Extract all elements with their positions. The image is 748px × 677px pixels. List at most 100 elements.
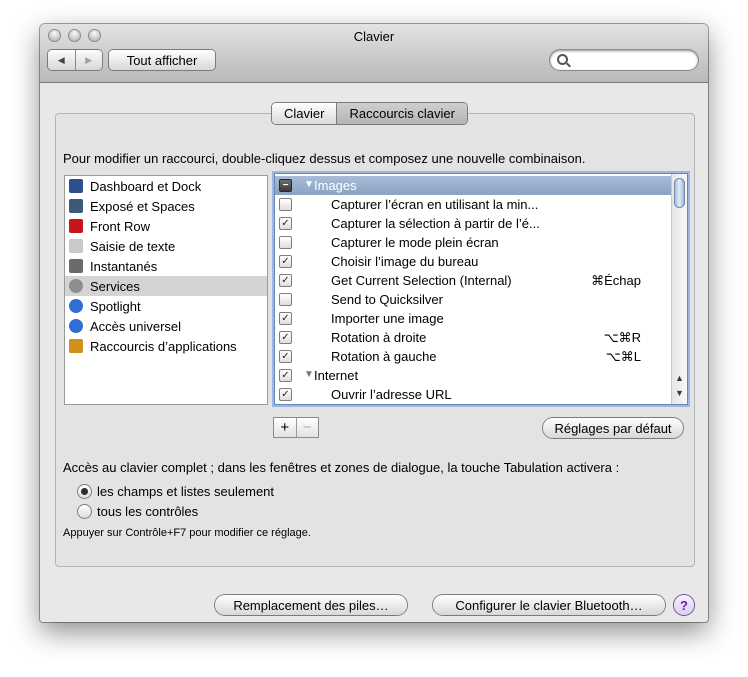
category-item-screenshots[interactable]: Instantanés <box>65 256 267 276</box>
shortcut-checkbox[interactable]: ✓ <box>279 331 292 344</box>
universal-access-icon <box>69 319 83 333</box>
window-title: Clavier <box>353 29 395 44</box>
shortcut-key[interactable]: ⌥⌘L <box>606 349 641 365</box>
radio-button-selected[interactable] <box>77 484 92 499</box>
disclosure-triangle-icon[interactable]: ▼ <box>304 179 314 190</box>
bluetooth-keyboard-button[interactable]: Configurer le clavier Bluetooth… <box>433 595 665 615</box>
category-label: Dashboard et Dock <box>90 178 202 194</box>
shortcut-checkbox[interactable]: ✓ <box>279 350 292 363</box>
shortcut-label: Get Current Selection (Internal) <box>331 273 512 288</box>
tab-clavier[interactable]: Clavier <box>272 103 337 124</box>
category-label: Exposé et Spaces <box>90 198 195 214</box>
shortcut-checkbox[interactable] <box>279 198 292 211</box>
instructions-text: Pour modifier un raccourci, double-cliqu… <box>63 151 586 166</box>
expose-spaces-icon <box>69 199 83 213</box>
text-input-icon <box>69 239 83 253</box>
shortcut-label: Rotation à droite <box>331 330 427 345</box>
add-shortcut-button[interactable]: + <box>274 418 297 437</box>
group-checkbox[interactable]: − <box>279 179 292 192</box>
shortcut-row[interactable]: ✓ Importer une image <box>275 309 671 328</box>
category-label: Instantanés <box>90 258 158 274</box>
radio-all-controls[interactable]: tous les contrôles <box>77 504 198 519</box>
category-item-text-input[interactable]: Saisie de texte <box>65 236 267 256</box>
shortcut-key[interactable]: ⌘Échap <box>591 273 641 289</box>
disclosure-triangle-icon[interactable]: ▼ <box>304 369 314 380</box>
shortcut-label: Capturer l’écran en utilisant la min... <box>331 197 539 212</box>
spotlight-icon <box>69 299 83 313</box>
shortcut-row[interactable]: ✓ Ouvrir l’adresse URL <box>275 385 671 404</box>
shortcut-checkbox[interactable]: ✓ <box>279 312 292 325</box>
back-arrow-icon[interactable]: ◀ <box>48 50 76 70</box>
shortcut-group-row[interactable]: ✓ ▼ Internet <box>275 366 671 385</box>
shortcut-row[interactable]: ✓ Rotation à gauche ⌥⌘L <box>275 347 671 366</box>
forward-arrow-icon[interactable]: ▶ <box>76 50 103 70</box>
group-checkbox[interactable]: ✓ <box>279 369 292 382</box>
shortcut-checkbox[interactable]: ✓ <box>279 217 292 230</box>
scrollbar-thumb[interactable] <box>674 178 685 208</box>
radio-text-fields-only[interactable]: les champs et listes seulement <box>77 484 274 499</box>
vertical-scrollbar[interactable]: ▲ ▼ <box>671 174 687 404</box>
shortcut-label: Ouvrir l’adresse URL <box>331 387 452 402</box>
services-gear-icon <box>69 279 83 293</box>
shortcut-list[interactable]: − ▼ Images Capturer l’écran en utilisant… <box>274 173 688 405</box>
category-label: Services <box>90 278 140 294</box>
search-icon <box>557 54 568 65</box>
shortcut-checkbox[interactable] <box>279 293 292 306</box>
shortcut-label: Rotation à gauche <box>331 349 437 364</box>
shortcut-checkbox[interactable] <box>279 236 292 249</box>
radio-button[interactable] <box>77 504 92 519</box>
shortcut-checkbox[interactable]: ✓ <box>279 274 292 287</box>
tab-bar: Clavier Raccourcis clavier <box>272 103 467 124</box>
category-item-front-row[interactable]: Front Row <box>65 216 267 236</box>
category-label: Spotlight <box>90 298 141 314</box>
preferences-window: Clavier ◀ ▶ Tout afficher Clavier Raccou… <box>40 24 708 622</box>
restore-defaults-button[interactable]: Réglages par défaut <box>543 418 683 438</box>
shortcut-row[interactable]: Send to Quicksilver <box>275 290 671 309</box>
category-item-spotlight[interactable]: Spotlight <box>65 296 267 316</box>
tab-raccourcis-clavier[interactable]: Raccourcis clavier <box>336 103 467 124</box>
toolbar: Clavier ◀ ▶ Tout afficher <box>40 24 708 83</box>
shortcut-label: Capturer le mode plein écran <box>331 235 499 250</box>
remove-shortcut-button[interactable]: − <box>297 418 319 437</box>
search-input[interactable] <box>550 50 698 70</box>
shortcut-label: Importer une image <box>331 311 444 326</box>
shortcut-group-row[interactable]: − ▼ Images <box>275 176 671 195</box>
front-row-icon <box>69 219 83 233</box>
help-icon[interactable]: ? <box>674 595 694 615</box>
radio-label: les champs et listes seulement <box>97 484 275 499</box>
category-item-universal-access[interactable]: Accès universel <box>65 316 267 336</box>
shortcut-checkbox[interactable]: ✓ <box>279 255 292 268</box>
shortcut-label: Choisir l’image du bureau <box>331 254 479 269</box>
group-label: Images <box>314 178 357 193</box>
category-label: Front Row <box>90 218 150 234</box>
shortcut-row[interactable]: ✓ Rotation à droite ⌥⌘R <box>275 328 671 347</box>
category-item-services[interactable]: Services <box>65 276 267 296</box>
shortcut-row[interactable]: ✓ Capturer la sélection à partir de l’é.… <box>275 214 671 233</box>
scroll-down-arrow-icon[interactable]: ▼ <box>674 388 685 398</box>
category-list[interactable]: Dashboard et Dock Exposé et Spaces Front… <box>64 175 268 405</box>
category-label: Accès universel <box>90 318 182 334</box>
category-label: Saisie de texte <box>90 238 176 254</box>
screenshot-icon <box>69 259 83 273</box>
shortcut-row[interactable]: ✓ Choisir l’image du bureau <box>275 252 671 271</box>
shortcut-row[interactable]: ✓ Get Current Selection (Internal) ⌘Écha… <box>275 271 671 290</box>
shortcut-row[interactable]: Capturer l’écran en utilisant la min... <box>275 195 671 214</box>
scroll-up-arrow-icon[interactable]: ▲ <box>674 373 685 383</box>
battery-replacement-button[interactable]: Remplacement des piles… <box>215 595 407 615</box>
back-forward-control: ◀ ▶ <box>48 50 102 70</box>
category-label: Raccourcis d’applications <box>90 338 237 354</box>
add-remove-control: + − <box>274 418 318 437</box>
show-all-button[interactable]: Tout afficher <box>109 50 215 70</box>
shortcut-checkbox[interactable]: ✓ <box>279 388 292 401</box>
category-item-dashboard[interactable]: Dashboard et Dock <box>65 176 267 196</box>
shortcut-key[interactable]: ⌥⌘R <box>604 330 641 346</box>
app-shortcuts-icon <box>69 339 83 353</box>
category-item-app-shortcuts[interactable]: Raccourcis d’applications <box>65 336 267 356</box>
group-label: Internet <box>314 368 359 383</box>
dashboard-dock-icon <box>69 179 83 193</box>
shortcut-row[interactable]: Capturer le mode plein écran <box>275 233 671 252</box>
category-item-expose[interactable]: Exposé et Spaces <box>65 196 267 216</box>
shortcut-label: Send to Quicksilver <box>331 292 443 307</box>
radio-label: tous les contrôles <box>97 504 199 519</box>
keyboard-access-note: Appuyer sur Contrôle+F7 pour modifier ce… <box>63 527 311 539</box>
